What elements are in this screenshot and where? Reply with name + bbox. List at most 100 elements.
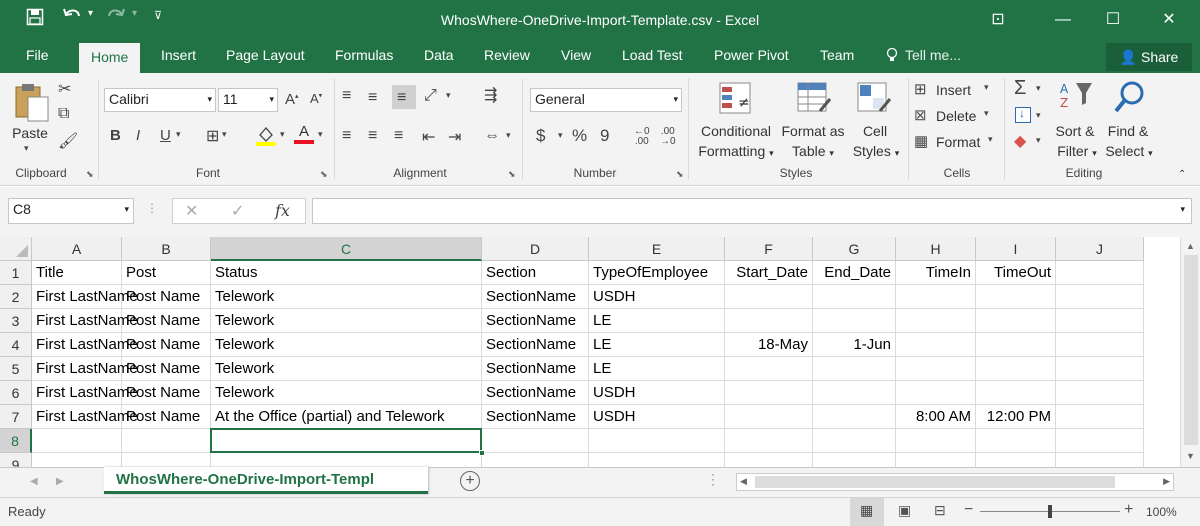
cell-f3[interactable]: [725, 309, 813, 333]
borders-icon[interactable]: ⊞: [206, 126, 219, 146]
fill-color-icon[interactable]: [256, 125, 276, 150]
cell-h7[interactable]: 8:00 AM: [896, 405, 976, 429]
align-top-icon[interactable]: ≡: [342, 87, 351, 105]
cell-g6[interactable]: [813, 381, 896, 405]
row-header-7[interactable]: 7: [0, 405, 32, 429]
decrease-indent-icon[interactable]: ⇤: [422, 127, 435, 147]
minimize-button[interactable]: —: [1040, 6, 1086, 34]
scroll-thumb[interactable]: [1184, 255, 1198, 445]
cell-g3[interactable]: [813, 309, 896, 333]
cell-i8[interactable]: [976, 429, 1056, 453]
font-color-dropdown-icon[interactable]: ▾: [318, 129, 323, 140]
row-header-1[interactable]: 1: [0, 261, 32, 285]
cell-a3[interactable]: First LastName: [32, 309, 138, 333]
merge-dropdown-icon[interactable]: ▾: [506, 130, 511, 141]
cell-a8[interactable]: [32, 429, 122, 453]
cell-f7[interactable]: [725, 405, 813, 429]
tab-team[interactable]: Team: [820, 47, 854, 63]
cell-d2[interactable]: SectionName: [482, 285, 589, 309]
maximize-button[interactable]: ☐: [1090, 6, 1136, 34]
comma-button[interactable]: 9: [600, 126, 609, 146]
cell-b8[interactable]: [122, 429, 211, 453]
cell-e3[interactable]: LE: [589, 309, 725, 333]
cell-j7[interactable]: [1056, 405, 1144, 429]
cell-j3[interactable]: [1056, 309, 1144, 333]
column-header-c[interactable]: C: [211, 237, 482, 261]
cell-j8[interactable]: [1056, 429, 1144, 453]
zoom-in-icon[interactable]: +: [1124, 501, 1133, 519]
sort-filter-icon[interactable]: AZ: [1060, 79, 1096, 116]
find-select-label-1[interactable]: Find &: [1104, 121, 1152, 141]
cell-styles-icon[interactable]: [856, 81, 892, 118]
decrease-font-icon[interactable]: A▾: [310, 91, 322, 106]
autosum-dropdown-icon[interactable]: ▾: [1036, 83, 1041, 94]
cell-c1[interactable]: Status: [211, 261, 482, 285]
fill-handle[interactable]: [479, 450, 485, 456]
sheet-tab-active[interactable]: WhosWhere-OneDrive-Import-Templ: [104, 467, 428, 494]
normal-view-button[interactable]: ▦: [850, 498, 884, 526]
format-painter-icon[interactable]: 🖌: [58, 131, 78, 151]
cell-f9[interactable]: [725, 453, 813, 467]
horizontal-scrollbar[interactable]: ◀ ▶: [736, 473, 1174, 491]
cell-b6[interactable]: Post Name: [122, 381, 211, 405]
align-center-icon[interactable]: ≡: [368, 127, 377, 145]
cell-g9[interactable]: [813, 453, 896, 467]
number-format-select[interactable]: General ▾: [530, 88, 682, 112]
tab-load-test[interactable]: Load Test: [622, 47, 682, 63]
cell-i6[interactable]: [976, 381, 1056, 405]
bold-button[interactable]: B: [110, 127, 121, 144]
cell-g5[interactable]: [813, 357, 896, 381]
cell-f6[interactable]: [725, 381, 813, 405]
cell-a6[interactable]: First LastName: [32, 381, 138, 405]
copy-icon[interactable]: ⧉: [58, 105, 69, 123]
page-layout-view-icon[interactable]: ▣: [898, 502, 911, 519]
find-select-icon[interactable]: [1112, 79, 1148, 118]
clear-icon[interactable]: ◆: [1014, 131, 1026, 151]
cell-c3[interactable]: Telework: [211, 309, 482, 333]
column-header-d[interactable]: D: [482, 237, 589, 261]
column-header-a[interactable]: A: [32, 237, 122, 261]
cell-e8[interactable]: [589, 429, 725, 453]
cell-d4[interactable]: SectionName: [482, 333, 589, 357]
page-break-view-icon[interactable]: ⊟: [934, 502, 946, 519]
cell-f8[interactable]: [725, 429, 813, 453]
find-select-button[interactable]: Select ▾: [1100, 141, 1158, 163]
cell-b7[interactable]: Post Name: [122, 405, 211, 429]
cell-f1[interactable]: Start_Date: [725, 261, 813, 285]
cell-b5[interactable]: Post Name: [122, 357, 211, 381]
format-as-table-button[interactable]: Table ▾: [782, 141, 844, 163]
cell-i3[interactable]: [976, 309, 1056, 333]
delete-cells-button[interactable]: ⊠ Delete ▾: [914, 106, 1000, 128]
alignment-launcher-icon[interactable]: ⬊: [508, 169, 516, 180]
cell-c7[interactable]: At the Office (partial) and Telework: [211, 405, 482, 429]
cell-g7[interactable]: [813, 405, 896, 429]
cell-b9[interactable]: [122, 453, 211, 467]
cell-d9[interactable]: [482, 453, 589, 467]
column-header-j[interactable]: J: [1056, 237, 1144, 261]
align-middle-icon[interactable]: ≡: [368, 89, 377, 107]
format-as-table-icon[interactable]: [796, 81, 832, 118]
row-header-5[interactable]: 5: [0, 357, 32, 381]
share-button[interactable]: 👤 Share: [1106, 43, 1192, 71]
enter-icon[interactable]: ✓: [231, 201, 244, 221]
row-header-8[interactable]: 8: [0, 429, 32, 453]
paste-icon[interactable]: [12, 81, 52, 125]
cell-styles-button[interactable]: Styles ▾: [846, 141, 906, 163]
insert-cells-button[interactable]: ⊞ Insert ▾: [914, 80, 1000, 102]
clear-dropdown-icon[interactable]: ▾: [1036, 135, 1041, 146]
cell-b2[interactable]: Post Name: [122, 285, 211, 309]
cell-a2[interactable]: First LastName: [32, 285, 138, 309]
underline-dropdown-icon[interactable]: ▾: [176, 129, 181, 140]
cell-g4[interactable]: 1-Jun: [813, 333, 896, 357]
cell-b1[interactable]: Post: [122, 261, 211, 285]
vertical-scrollbar[interactable]: ▲ ▼: [1180, 237, 1200, 467]
h-scroll-thumb[interactable]: [755, 476, 1115, 488]
tell-me-search[interactable]: Tell me...: [905, 47, 961, 63]
cell-i5[interactable]: [976, 357, 1056, 381]
cell-i2[interactable]: [976, 285, 1056, 309]
next-sheet-icon[interactable]: ▶: [56, 476, 64, 487]
sort-filter-label-1[interactable]: Sort &: [1052, 121, 1098, 141]
column-header-e[interactable]: E: [589, 237, 725, 261]
conditional-formatting-icon[interactable]: ≠: [718, 81, 752, 118]
zoom-out-icon[interactable]: −: [964, 501, 973, 519]
